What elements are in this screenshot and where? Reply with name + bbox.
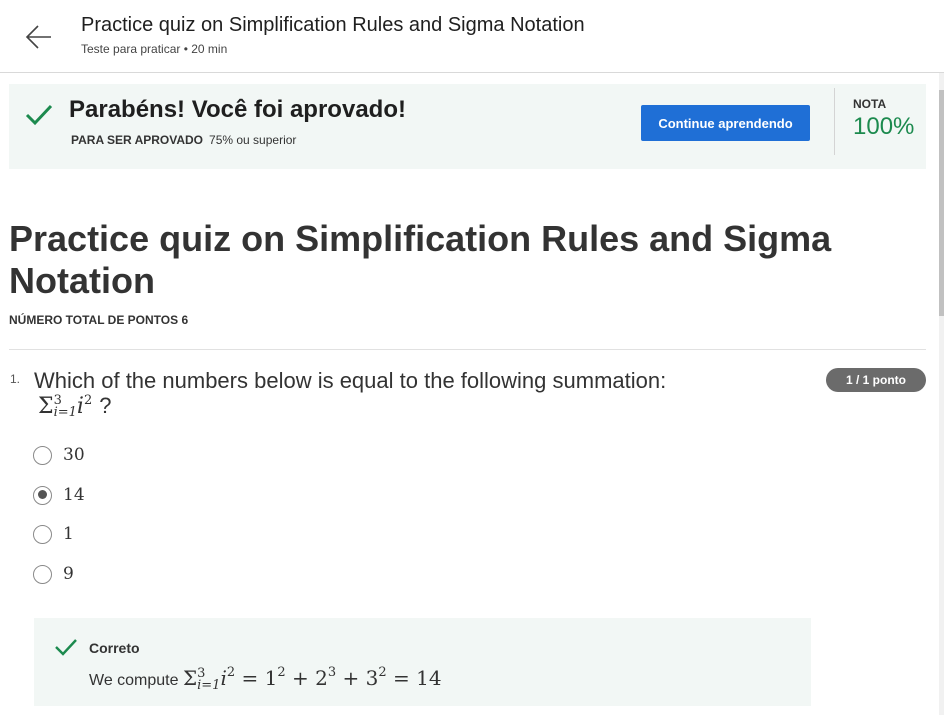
header-title: Practice quiz on Simplification Rules an…	[81, 14, 585, 36]
question-text: Which of the numbers below is equal to t…	[34, 368, 667, 393]
header-subtitle: Teste para praticar • 20 min	[81, 42, 228, 56]
equals-sign: =	[241, 666, 259, 690]
option-label: 30	[63, 445, 85, 465]
term-1: 1	[264, 666, 278, 690]
check-icon	[55, 639, 77, 656]
banner-title: Parabéns! Você foi aprovado!	[69, 96, 406, 123]
page-title: Practice quiz on Simplification Rules an…	[9, 218, 832, 301]
option-label: 9	[63, 564, 74, 584]
plus-sign: +	[342, 666, 360, 690]
pass-requirement: PARA SER APROVADO 75% ou superior	[71, 133, 296, 147]
question-formula: Σ 3 i=1 i2 ?	[38, 393, 111, 419]
scrollbar-thumb[interactable]	[939, 90, 944, 316]
grade-value: 100%	[853, 113, 915, 140]
feedback-formula: Σ 3 i=1 i2 = 12 + 23 + 32 = 14	[182, 665, 442, 693]
radio-button[interactable]	[33, 445, 52, 465]
equals-sign: =	[393, 666, 410, 690]
term-3-exponent: 2	[378, 665, 387, 680]
sigma-lower: i=1	[53, 405, 77, 420]
radio-button-selected[interactable]	[33, 485, 52, 505]
feedback-text: We compute Σ 3 i=1 i2 = 12 + 23 + 32 = 14	[89, 665, 442, 693]
feedback-box: Correto We compute Σ 3 i=1 i2 = 12 + 23 + 3…	[34, 618, 811, 706]
question-number: 1.	[10, 372, 21, 386]
plus-sign: +	[292, 666, 309, 690]
back-button[interactable]	[22, 20, 56, 54]
option-3[interactable]: 1	[33, 523, 74, 545]
formula-base: i	[76, 394, 84, 419]
top-header: Practice quiz on Simplification Rules an…	[0, 0, 944, 73]
term-1-exponent: 2	[277, 665, 286, 680]
formula-exponent: 2	[226, 665, 236, 680]
pass-requirement-value: 75% ou superior	[209, 133, 297, 147]
sigma-lower: i=1	[197, 677, 221, 693]
sigma-limits: 3 i=1	[53, 394, 77, 420]
option-2[interactable]: 14	[33, 484, 85, 506]
option-1[interactable]: 30	[33, 444, 85, 466]
formula-exponent: 2	[83, 393, 93, 408]
feedback-label: Correto	[89, 640, 140, 656]
arrow-left-icon	[25, 25, 51, 49]
sigma-limits: 3 i=1	[197, 667, 221, 693]
term-3: 3	[365, 666, 379, 690]
sigma-symbol: Σ	[38, 394, 54, 419]
continue-button[interactable]: Continue aprendendo	[641, 105, 810, 141]
option-4[interactable]: 9	[33, 563, 74, 585]
total-points: NÚMERO TOTAL DE PONTOS 6	[9, 313, 189, 327]
radio-button[interactable]	[33, 524, 52, 544]
grade-label: NOTA	[853, 97, 887, 111]
divider	[9, 349, 926, 350]
formula-result: 14	[416, 666, 442, 690]
formula-base: i	[220, 666, 227, 690]
pass-banner: Parabéns! Você foi aprovado! PARA SER AP…	[9, 84, 926, 169]
term-2: 2	[315, 666, 328, 690]
pass-requirement-label: PARA SER APROVADO	[71, 133, 204, 147]
radio-button[interactable]	[33, 564, 52, 584]
feedback-prefix: We compute	[89, 672, 179, 689]
option-label: 14	[63, 485, 85, 505]
banner-divider	[834, 88, 835, 155]
term-2-exponent: 3	[327, 665, 337, 680]
sigma-symbol: Σ	[182, 666, 198, 690]
points-badge: 1 / 1 ponto	[826, 368, 926, 392]
check-icon	[25, 104, 53, 126]
formula-tail: ?	[99, 393, 112, 418]
option-label: 1	[63, 524, 74, 544]
